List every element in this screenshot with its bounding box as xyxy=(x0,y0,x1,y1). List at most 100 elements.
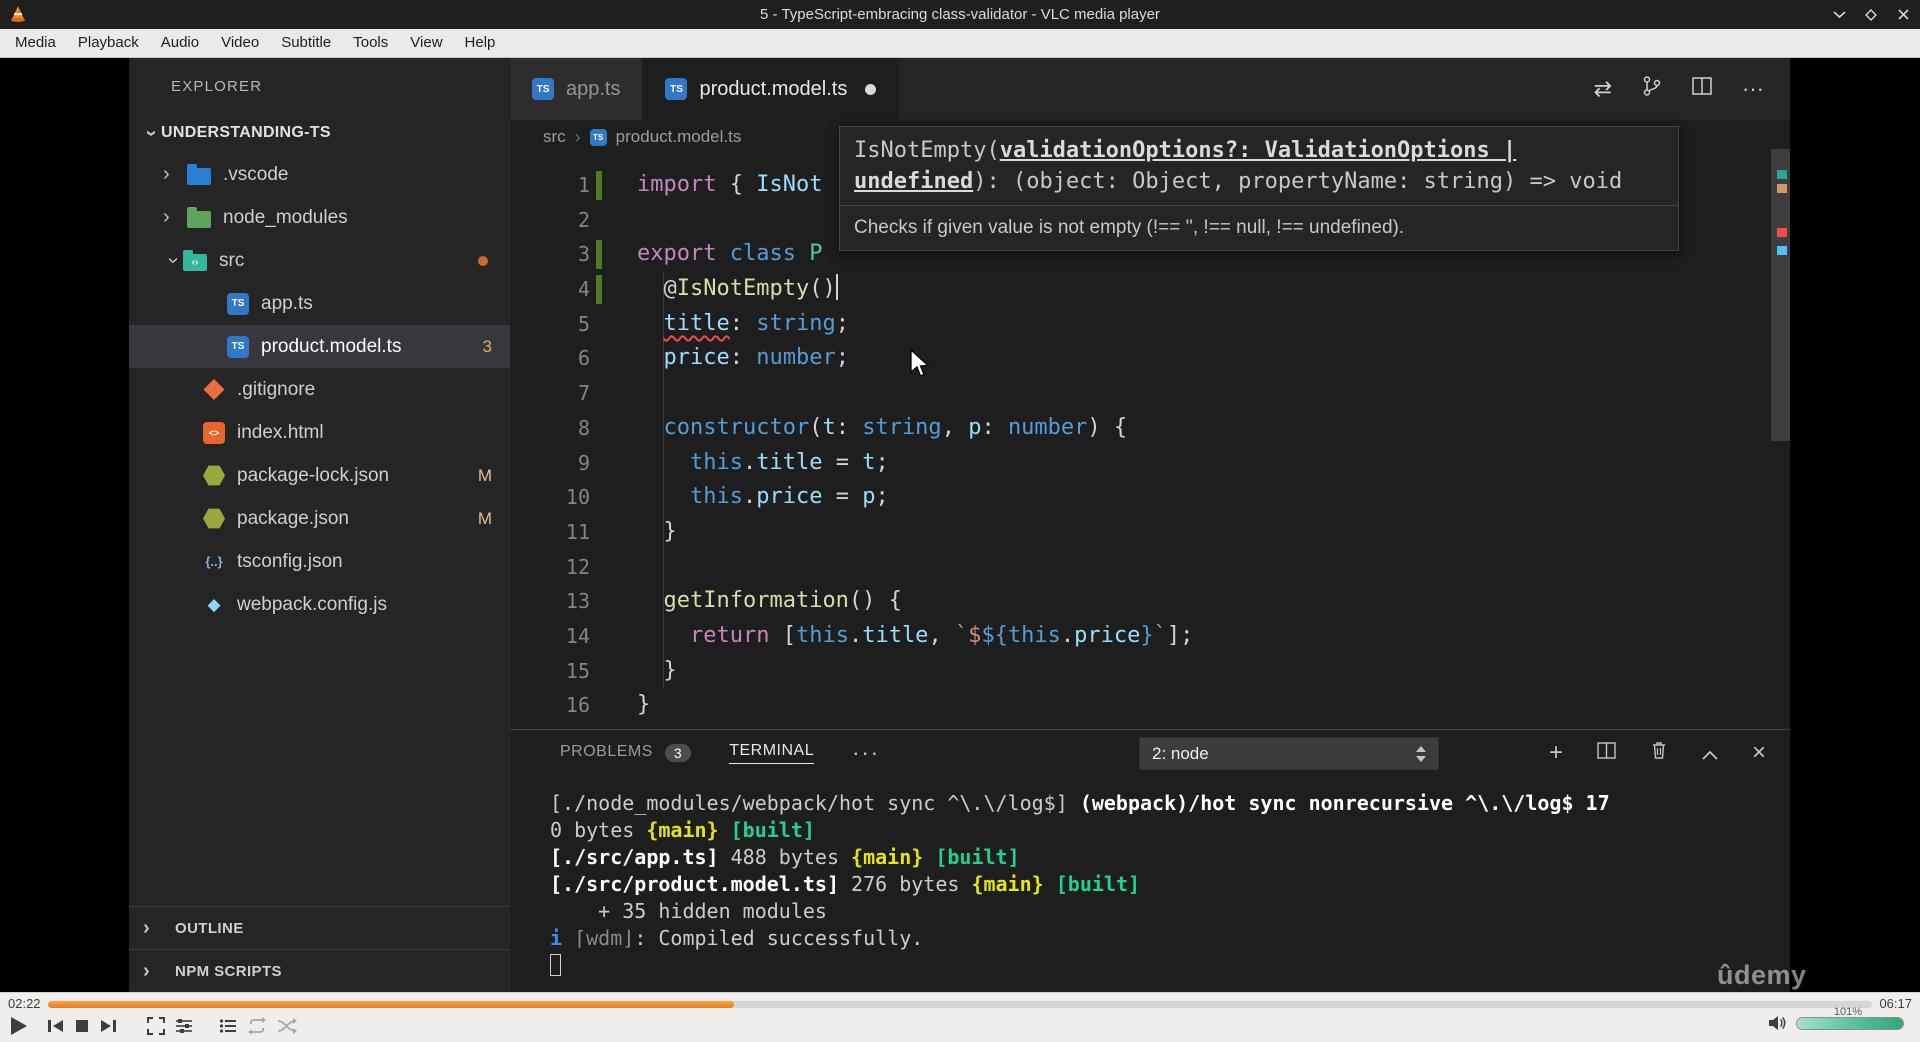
line-number: 4 xyxy=(577,277,590,302)
tree-item--gitignore[interactable]: .gitignore xyxy=(129,368,510,411)
line-number: 2 xyxy=(577,207,590,232)
tree-item-tsconfig-json[interactable]: {..} tsconfig.json xyxy=(129,540,510,583)
menu-item-media[interactable]: Media xyxy=(4,29,67,57)
menu-item-subtitle[interactable]: Subtitle xyxy=(270,29,342,57)
speaker-icon[interactable] xyxy=(1767,1014,1787,1032)
terminal-selector-dropdown[interactable]: 2: node xyxy=(1139,737,1439,770)
chevron-down-icon: › xyxy=(140,129,163,137)
modified-dot-icon[interactable] xyxy=(865,83,877,95)
line-number: 3 xyxy=(577,242,590,267)
panel-tab-problems[interactable]: PROBLEMS 3 xyxy=(560,730,692,776)
tree-item-index-html[interactable]: <> index.html xyxy=(129,411,510,454)
tree-item-node-modules[interactable]: › node_modules xyxy=(129,196,510,239)
random-button[interactable] xyxy=(276,1016,298,1036)
tab-app-ts[interactable]: TS app.ts xyxy=(510,58,644,120)
previous-button[interactable] xyxy=(44,1016,66,1036)
code-line-5[interactable]: 5 title: string; xyxy=(510,307,1770,342)
code-line-4[interactable]: 4 @IsNotEmpty() xyxy=(510,272,1770,307)
code-line-7[interactable]: 7 xyxy=(510,376,1770,411)
code-line-13[interactable]: 13 getInformation() { xyxy=(510,584,1770,619)
breadcrumb-item-src[interactable]: src xyxy=(543,127,566,147)
tree-item-label: index.html xyxy=(237,421,324,443)
compare-changes-icon[interactable]: ⇄ xyxy=(1594,76,1612,102)
stop-button[interactable] xyxy=(72,1016,92,1036)
typescript-icon: TS xyxy=(532,78,554,100)
tree-item-product-model-ts[interactable]: TS product.model.ts 3 xyxy=(129,325,510,368)
problems-count-badge: 3 xyxy=(664,744,692,762)
code-line-11[interactable]: 11 } xyxy=(510,515,1770,550)
kill-terminal-trash-icon[interactable] xyxy=(1650,739,1668,767)
close-button[interactable] xyxy=(1892,5,1914,25)
doc-text: Checks if given value is not empty (!== … xyxy=(854,217,1405,238)
code-line-8[interactable]: 8 constructor(t: string, p: number) { xyxy=(510,411,1770,446)
tree-item-label: app.ts xyxy=(261,292,313,314)
tree-item-src[interactable]: › src xyxy=(129,239,510,282)
terminal-line: [./src/app.ts] 488 bytes {main} [built] xyxy=(550,845,1020,869)
tree-item-label: node_modules xyxy=(223,206,348,228)
folder-vscode-icon xyxy=(187,163,211,185)
sidebar-section-outline[interactable]: › OUTLINE xyxy=(129,906,510,949)
code-line-6[interactable]: 6 price: number; xyxy=(510,341,1770,376)
braces-file-icon: {..} xyxy=(205,554,223,569)
line-number: 12 xyxy=(565,554,590,579)
terminal-output[interactable]: [./node_modules/webpack/hot sync ^\.\/lo… xyxy=(510,776,1790,992)
code-text: getInformation() { xyxy=(663,588,902,614)
new-terminal-icon[interactable]: + xyxy=(1549,739,1563,767)
code-line-12[interactable]: 12 xyxy=(510,550,1770,585)
sidebar-section-npm-scripts[interactable]: › NPM SCRIPTS xyxy=(129,949,510,992)
menu-item-audio[interactable]: Audio xyxy=(150,29,210,57)
panel-tab-terminal[interactable]: TERMINAL xyxy=(729,730,815,776)
loop-button[interactable] xyxy=(246,1016,268,1036)
maximize-button[interactable] xyxy=(1860,5,1882,25)
seek-slider[interactable] xyxy=(48,1001,1872,1008)
section-label: NPM SCRIPTS xyxy=(175,962,282,980)
tree-root-understanding-ts[interactable]: › UNDERSTANDING-TS xyxy=(129,113,510,153)
playlist-button[interactable] xyxy=(218,1016,238,1036)
terminal-cursor xyxy=(550,954,561,976)
fullscreen-button[interactable] xyxy=(146,1016,166,1036)
menu-item-video[interactable]: Video xyxy=(210,29,270,57)
mouse-cursor xyxy=(910,349,930,377)
panel-more-icon[interactable]: ··· xyxy=(852,740,880,766)
breadcrumb-item-file[interactable]: product.model.ts xyxy=(616,127,742,147)
video-area[interactable]: EXPLORER › UNDERSTANDING-TS › .vscode › nod… xyxy=(0,58,1920,992)
source-control-icon[interactable] xyxy=(1642,75,1662,103)
code-line-14[interactable]: 14 return [this.title, `$${this.price}`]… xyxy=(510,619,1770,654)
split-terminal-icon[interactable] xyxy=(1597,739,1616,767)
minimize-button[interactable] xyxy=(1828,5,1850,25)
code-line-10[interactable]: 10 this.price = p; xyxy=(510,480,1770,515)
tree-item-package-json[interactable]: package.json M xyxy=(129,497,510,540)
tree-item-package-lock-json[interactable]: package-lock.json M xyxy=(129,454,510,497)
menu-item-playback[interactable]: Playback xyxy=(67,29,150,57)
tree-item-app-ts[interactable]: TS app.ts xyxy=(129,282,510,325)
menu-item-help[interactable]: Help xyxy=(454,29,507,57)
vscode-screen: EXPLORER › UNDERSTANDING-TS › .vscode › nod… xyxy=(129,58,1806,992)
volume-slider[interactable] xyxy=(1796,1016,1904,1030)
panel-header: PROBLEMS 3 TERMINAL ··· 2: node + × xyxy=(510,730,1790,776)
code-line-15[interactable]: 15 } xyxy=(510,654,1770,689)
tree-item--vscode[interactable]: › .vscode xyxy=(129,153,510,196)
terminal-line: 0 bytes {main} [built] xyxy=(550,818,815,842)
tab-product-model-ts[interactable]: TS product.model.ts xyxy=(643,58,900,120)
next-button[interactable] xyxy=(98,1016,120,1036)
play-button[interactable] xyxy=(6,1014,30,1038)
more-actions-icon[interactable]: ··· xyxy=(1742,76,1764,102)
menu-item-view[interactable]: View xyxy=(399,29,453,57)
maximize-panel-chevron-icon[interactable] xyxy=(1702,739,1718,767)
close-panel-icon[interactable]: × xyxy=(1752,739,1766,767)
code-lines: 1 import { IsNot 2 3 export class P 4 @IsNotE… xyxy=(510,168,1770,723)
line-number: 10 xyxy=(565,485,590,510)
code-text: } xyxy=(637,692,651,718)
tree-item-webpack-config-js[interactable]: ◆ webpack.config.js xyxy=(129,583,510,626)
menu-item-tools[interactable]: Tools xyxy=(342,29,399,57)
code-line-9[interactable]: 9 this.title = t; xyxy=(510,446,1770,481)
split-editor-icon[interactable] xyxy=(1692,76,1712,102)
chevron-right-icon: › xyxy=(143,916,151,939)
tree-item-label: product.model.ts xyxy=(261,335,402,357)
extended-settings-button[interactable] xyxy=(174,1016,194,1036)
overview-mark-orange xyxy=(1777,184,1787,193)
code-text: import { IsNot xyxy=(637,172,823,197)
terminal-line: + 35 hidden modules xyxy=(550,899,827,923)
chevron-right-icon: › xyxy=(163,163,170,185)
code-line-16[interactable]: 16} xyxy=(510,688,1770,723)
